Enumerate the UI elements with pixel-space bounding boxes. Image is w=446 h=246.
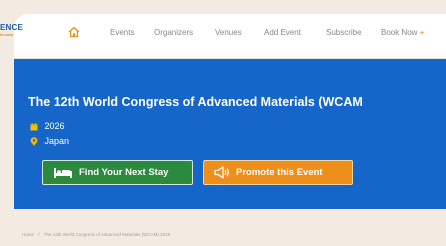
event-location: Japan [30,137,69,146]
nav-book-now-plus: + [419,28,425,37]
breadcrumb-home[interactable]: Home [22,232,34,237]
nav-organizers[interactable]: Organizers [154,28,193,37]
breadcrumb: Home / The 12th World Congress of Advanc… [22,232,170,237]
promote-event-button[interactable]: Promote this Event [203,160,353,185]
megaphone-icon [214,166,230,179]
home-icon[interactable] [68,26,80,38]
logo-subtext: fo.com [0,32,14,37]
event-location-text: Japan [44,136,70,147]
hero-bottom-fade [14,209,446,224]
hero-banner [14,59,446,209]
breadcrumb-current: The 12th World Congress of Advanced Mate… [43,232,171,237]
site-logo[interactable]: ENCE fo.com [0,24,23,37]
location-pin-icon [30,137,38,146]
find-stay-label: Find Your Next Stay [79,167,169,178]
event-date: 2026 [30,122,65,131]
bed-icon [53,167,73,179]
promote-label: Promote this Event [236,167,323,178]
nav-add-event[interactable]: Add Event [264,28,301,37]
nav-subscribe[interactable]: Subscribe [326,28,362,37]
event-title: The 12th World Congress of Advanced Mate… [28,95,363,109]
nav-events[interactable]: Events [110,28,134,37]
calendar-icon [30,122,38,131]
nav-venues[interactable]: Venues [215,28,242,37]
nav-book-now-label: Book Now [381,28,418,37]
event-year: 2026 [44,121,65,132]
find-stay-button[interactable]: Find Your Next Stay [42,160,193,185]
nav-book-now[interactable]: Book Now + [381,28,424,37]
breadcrumb-separator: / [38,232,40,237]
logo-text: ENCE [0,23,24,32]
